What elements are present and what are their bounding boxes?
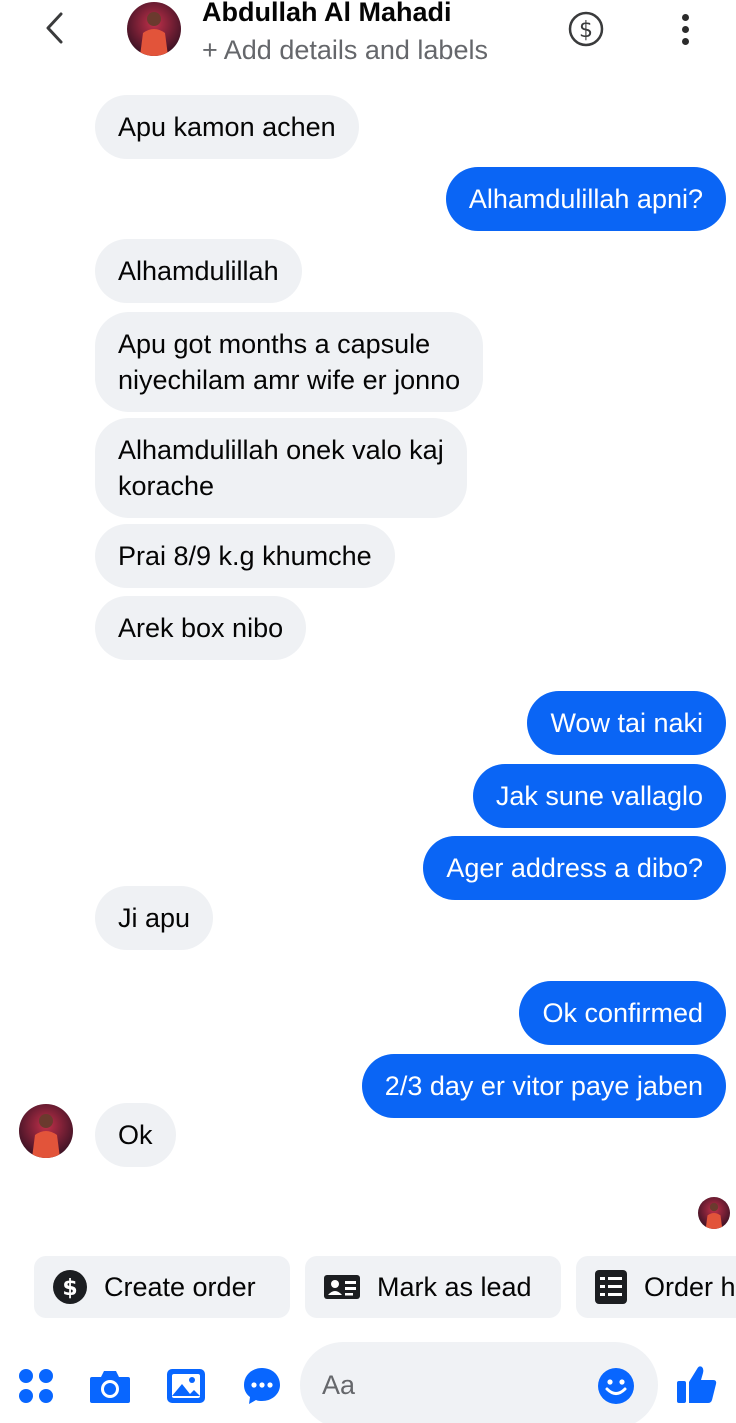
chat-bubble-dots-icon [244,1368,280,1404]
camera-icon [90,1371,130,1403]
four-dots-icon [19,1369,53,1403]
chat-header: Abdullah Al Mahadi + Add details and lab… [0,0,736,80]
message-outgoing[interactable]: Jak sune vallaglo [472,764,726,828]
mark-as-lead-label: Mark as lead [377,1271,532,1302]
seen-indicator-avatar [698,1197,730,1229]
dollar-icon: $ [53,1270,87,1304]
like-button[interactable] [674,1360,720,1408]
svg-text:$: $ [579,18,593,43]
message-outgoing[interactable]: Ok confirmed [519,981,726,1045]
order-history-button[interactable]: Order h [576,1256,736,1318]
message-outgoing[interactable]: Alhamdulillah apni? [445,167,726,231]
message-incoming[interactable]: Arek box nibo [95,596,307,660]
chevron-left-icon [46,12,63,44]
message-incoming[interactable]: Ji apu [95,886,214,950]
contact-name[interactable]: Abdullah Al Mahadi [202,0,452,28]
sender-avatar[interactable] [19,1104,73,1158]
order-list-icon [595,1270,627,1304]
saved-replies-button[interactable] [240,1364,284,1408]
order-history-label: Order h [644,1271,736,1302]
back-button[interactable] [34,6,74,50]
image-icon [167,1369,205,1403]
more-dot [681,25,689,33]
message-incoming[interactable]: Apu got months a capsule niyechilam amr … [95,312,484,412]
message-outgoing[interactable]: Wow tai naki [527,691,726,755]
more-options-button[interactable] [666,8,704,50]
more-dot [681,37,689,45]
smiley-icon [598,1368,634,1404]
message-incoming[interactable]: Prai 8/9 k.g khumche [95,524,395,588]
message-outgoing[interactable]: Ager address a dibo? [423,836,726,900]
svg-text:$: $ [62,1276,77,1301]
gallery-button[interactable] [164,1364,208,1408]
message-incoming[interactable]: Alhamdulillah [95,239,302,303]
more-dot [681,13,689,21]
message-incoming[interactable]: Ok [95,1103,176,1167]
mark-as-lead-button[interactable]: Mark as lead [305,1256,561,1318]
create-order-label: Create order [104,1271,256,1302]
contact-avatar[interactable] [127,2,181,56]
emoji-button[interactable] [596,1366,636,1406]
message-incoming[interactable]: Alhamdulillah onek valo kaj korache [95,418,467,518]
camera-button[interactable] [88,1364,132,1408]
apps-button[interactable] [14,1364,58,1408]
message-composer [300,1342,658,1423]
thumbs-up-icon [677,1366,717,1403]
payment-button[interactable]: $ [566,9,606,49]
create-order-button[interactable]: $ Create order [34,1256,290,1318]
add-details-link[interactable]: + Add details and labels [202,34,488,66]
message-input[interactable] [322,1364,592,1406]
dollar-circle-icon: $ [568,11,604,47]
contact-card-icon [324,1275,360,1299]
message-outgoing[interactable]: 2/3 day er vitor paye jaben [361,1054,726,1118]
message-incoming[interactable]: Apu kamon achen [95,95,359,159]
